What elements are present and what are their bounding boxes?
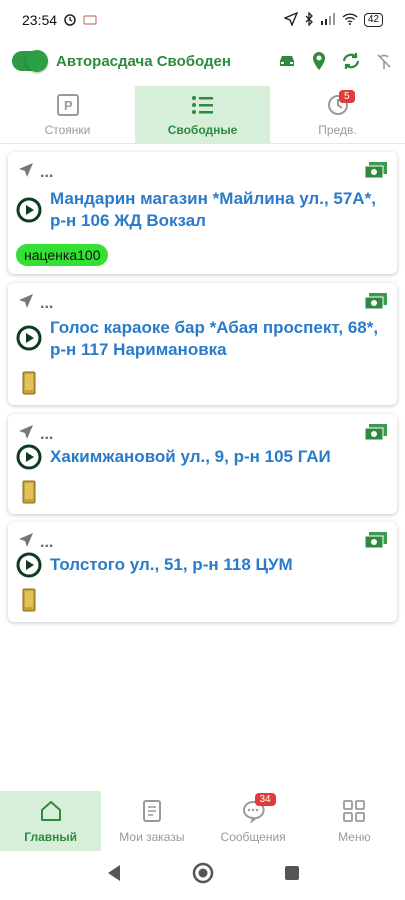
nav-menu-label: Меню <box>338 830 371 844</box>
order-distance: ... <box>40 163 54 181</box>
recents-icon[interactable] <box>284 865 300 886</box>
refresh-icon[interactable] <box>341 52 361 70</box>
play-circle-icon[interactable] <box>16 444 42 470</box>
back-icon[interactable] <box>106 864 122 887</box>
notification-icon <box>83 12 97 28</box>
order-address: Толстого ул., 51, р-н 118 ЦУМ <box>50 555 293 574</box>
no-signal-icon[interactable] <box>375 52 393 70</box>
tab-preliminary-label: Предв. <box>318 122 357 137</box>
navigation-arrow-icon <box>18 162 34 183</box>
nav-messages-label: Сообщения <box>220 830 286 844</box>
nav-home[interactable]: Главный <box>0 791 102 851</box>
nav-menu[interactable]: Меню <box>304 791 405 851</box>
nav-my-orders[interactable]: Мои заказы <box>101 791 202 851</box>
markup-badge: наценка100 <box>16 244 109 266</box>
cash-icon <box>364 293 387 314</box>
tab-parking-label: Стоянки <box>44 122 91 137</box>
play-circle-icon[interactable] <box>16 552 42 578</box>
order-distance: ... <box>40 294 54 312</box>
bluetooth-icon <box>304 10 314 29</box>
car-icon[interactable] <box>277 53 297 69</box>
nav-home-label: Главный <box>24 830 77 844</box>
document-icon <box>142 798 162 824</box>
svg-text:P: P <box>64 98 73 113</box>
alarm-icon <box>63 12 77 29</box>
tab-preliminary-badge: 5 <box>339 90 355 103</box>
order-distance: ... <box>40 533 54 551</box>
tab-preliminary[interactable]: 5 Предв. <box>270 86 405 143</box>
order-card[interactable]: ... Голос караоке бар *Абая проспект, 68… <box>8 283 397 405</box>
auto-dispatch-toggle[interactable] <box>12 50 48 72</box>
play-circle-icon[interactable] <box>16 325 42 351</box>
phone-icon <box>22 371 36 400</box>
grid-icon <box>343 798 366 824</box>
app-bar: Авторасдача Свободен <box>0 42 405 80</box>
order-address: Голос караоке бар *Абая проспект, 68*, р… <box>50 318 379 359</box>
bottom-nav: Главный Мои заказы 34 Сообщения Меню <box>0 791 405 851</box>
cash-icon <box>364 424 387 445</box>
tab-free-label: Свободные <box>167 122 238 137</box>
navigation-arrow-icon <box>18 424 34 445</box>
home-icon <box>39 798 63 824</box>
phone-icon <box>22 480 36 509</box>
order-distance: ... <box>40 425 54 443</box>
messages-badge: 34 <box>254 793 276 806</box>
navigation-arrow-icon <box>18 532 34 553</box>
wifi-icon <box>342 12 358 28</box>
system-nav-bar <box>0 851 405 900</box>
nav-messages[interactable]: 34 Сообщения <box>203 791 304 851</box>
order-card[interactable]: ... Мандарин магазин *Майлина ул., 57А*,… <box>8 152 397 274</box>
navigation-arrow-icon <box>18 293 34 314</box>
tab-parking[interactable]: P Стоянки <box>0 86 135 143</box>
signal-icon <box>320 12 336 28</box>
order-tabs: P Стоянки 4 Свободные 5 Предв. <box>0 86 405 144</box>
battery-icon: 42 <box>363 13 383 27</box>
app-title: Авторасдача Свободен <box>56 52 231 70</box>
home-circle-icon[interactable] <box>192 862 214 889</box>
cash-icon <box>364 532 387 553</box>
parking-icon: P <box>56 93 79 117</box>
cash-icon <box>364 162 387 183</box>
phone-icon <box>22 588 36 617</box>
location-arrow-icon <box>283 11 299 29</box>
order-address: Мандарин магазин *Майлина ул., 57А*, р-н… <box>50 189 376 230</box>
status-time: 23:54 <box>22 12 58 28</box>
nav-my-orders-label: Мои заказы <box>119 830 185 844</box>
status-bar: 23:54 42 <box>0 0 405 40</box>
list-icon <box>191 93 215 117</box>
map-pin-icon[interactable] <box>311 51 327 71</box>
order-card[interactable]: ... Хакимжановой ул., 9, р-н 105 ГАИ <box>8 414 397 514</box>
play-circle-icon[interactable] <box>16 197 42 223</box>
tab-free[interactable]: 4 Свободные <box>135 86 355 143</box>
order-card[interactable]: ... Толстого ул., 51, р-н 118 ЦУМ <box>8 522 397 622</box>
order-address: Хакимжановой ул., 9, р-н 105 ГАИ <box>50 447 331 466</box>
